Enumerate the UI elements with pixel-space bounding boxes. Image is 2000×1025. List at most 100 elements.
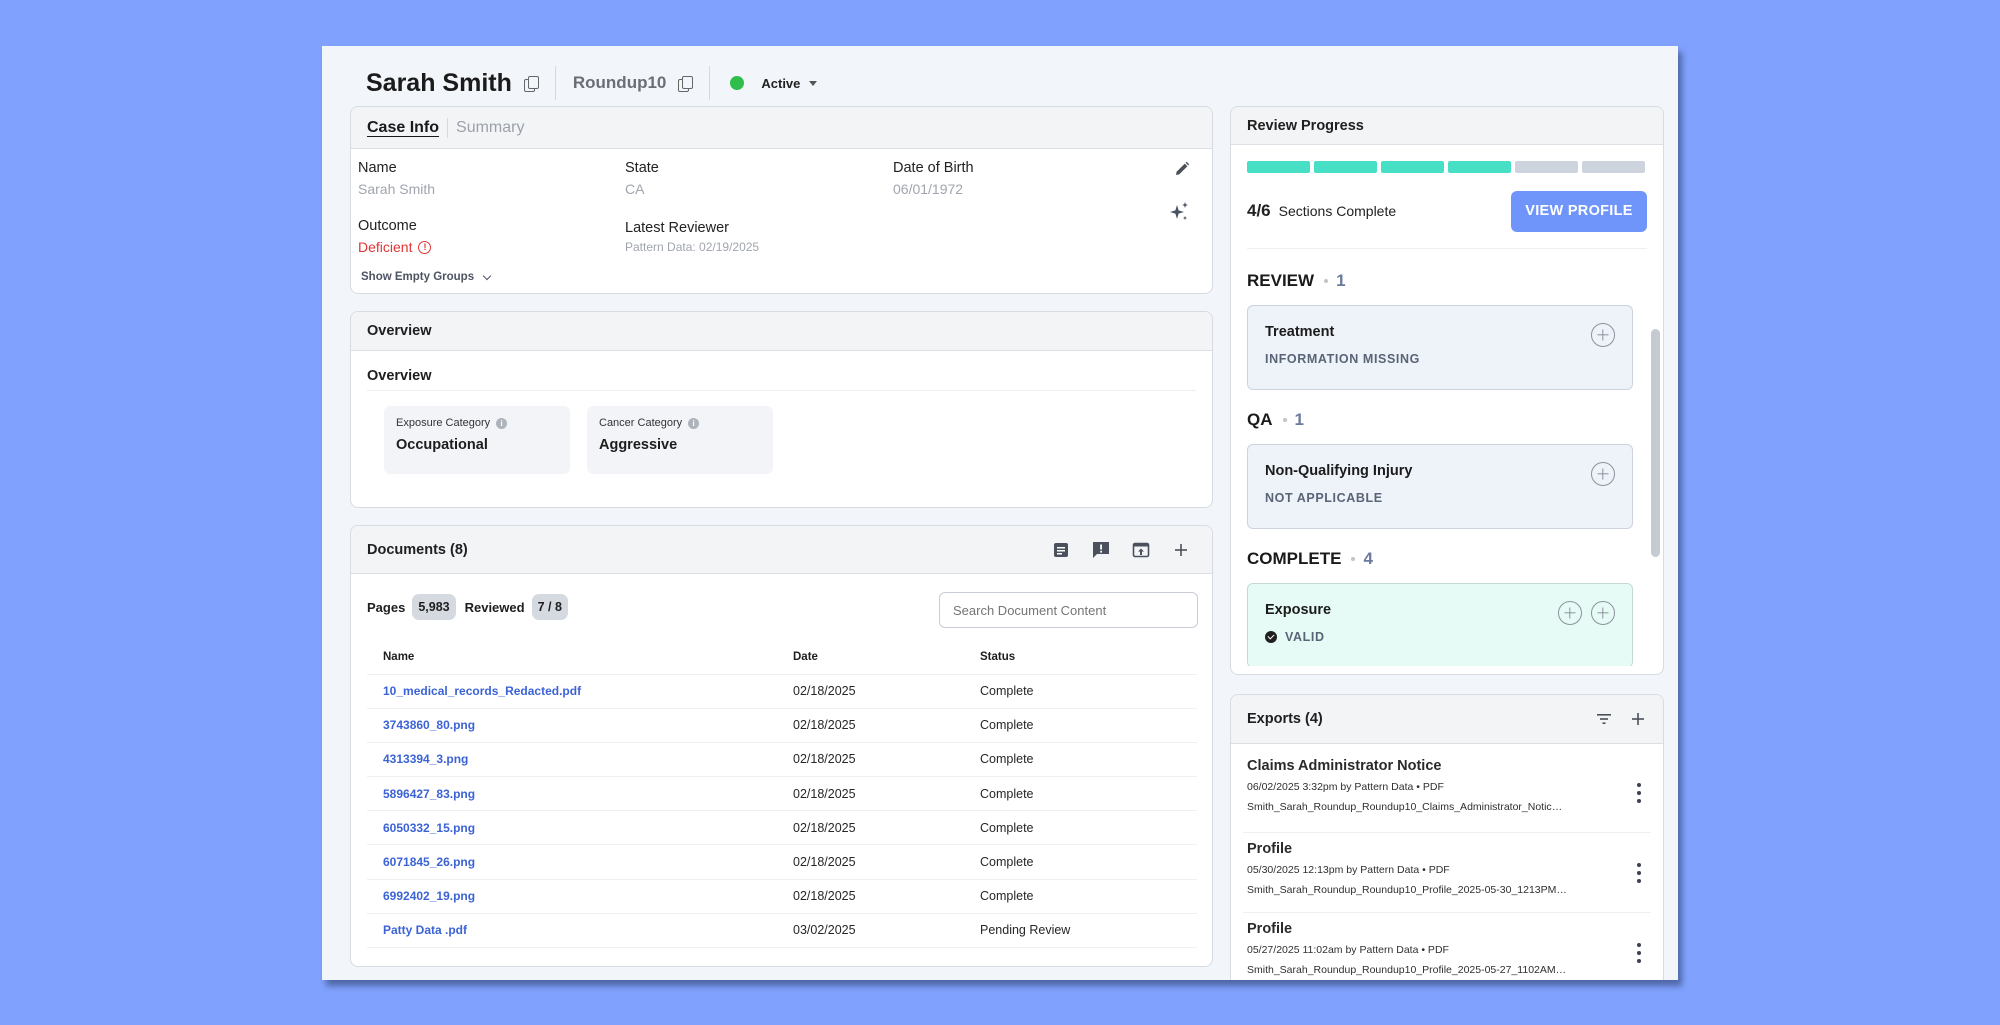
document-link[interactable]: 5896427_83.png (367, 776, 777, 812)
info-icon[interactable]: i (496, 417, 508, 429)
info-icon[interactable]: i (688, 417, 700, 429)
export-title: Claims Administrator Notice (1247, 758, 1442, 774)
overview-header: Overview (351, 312, 1212, 351)
copy-icon[interactable] (523, 75, 539, 92)
export-item[interactable]: Claims Administrator Notice 06/02/2025 3… (1247, 758, 1652, 813)
table-row[interactable]: 5896427_83.png 02/18/2025 Complete (367, 776, 1197, 812)
documents-toolbar (1051, 540, 1191, 560)
document-link[interactable]: Patty Data .pdf (367, 913, 777, 949)
view-profile-button[interactable]: VIEW PROFILE (1511, 191, 1647, 232)
dot-separator (1324, 279, 1329, 283)
document-list-icon[interactable] (1051, 540, 1071, 560)
review-item-status: INFORMATION MISSING (1265, 352, 1420, 366)
review-progress-card: Review Progress 4/6 Sections Complete VI… (1230, 106, 1664, 675)
section-name: COMPLETE (1247, 549, 1342, 568)
case-info-card: Case Info Summary Name Sarah Smith State… (350, 106, 1213, 294)
export-meta: 06/02/2025 3:32pm by Pattern Data • PDF (1247, 781, 1444, 793)
document-link[interactable]: 6050332_15.png (367, 810, 777, 846)
add-circle-icon[interactable] (1591, 601, 1615, 625)
field-label: Name (358, 160, 397, 176)
more-vertical-icon[interactable] (1637, 943, 1641, 963)
tab-summary[interactable]: Summary (456, 119, 524, 137)
document-stats: Pages 5,983 Reviewed 7 / 8 (367, 594, 577, 620)
export-filename: Smith_Sarah_Roundup_Roundup10_Claims_Adm… (1247, 801, 1567, 813)
more-vertical-icon[interactable] (1637, 863, 1641, 883)
status-dropdown[interactable]: Active (761, 75, 818, 91)
document-status: Complete (964, 879, 1197, 914)
header-divider (709, 66, 711, 100)
field-state: State CA (625, 160, 659, 197)
add-circle-icon[interactable] (1558, 601, 1582, 625)
export-meta: 05/30/2025 12:13pm by Pattern Data • PDF (1247, 864, 1450, 876)
review-item-card[interactable]: Exposure VALID (1247, 583, 1633, 666)
case-header: Sarah Smith Roundup10 Active (366, 56, 818, 110)
pages-label: Pages (367, 599, 406, 615)
tab-case-info[interactable]: Case Info (367, 119, 439, 137)
more-vertical-icon[interactable] (1637, 783, 1641, 803)
outcome-text: Deficient (358, 239, 413, 255)
exports-card: Exports (4) Claims Administrator Notice … (1230, 694, 1664, 980)
review-item-card[interactable]: Treatment INFORMATION MISSING (1247, 305, 1633, 390)
section-header-review: REVIEW 1 (1247, 257, 1641, 305)
document-date: 02/18/2025 (777, 879, 964, 914)
progress-segment (1381, 161, 1444, 173)
scrollbar[interactable] (1651, 329, 1660, 557)
review-item-status: VALID (1265, 630, 1615, 644)
field-outcome: Outcome Deficient ! (358, 218, 432, 255)
sections-count: 4/6 (1247, 201, 1271, 220)
field-latest-reviewer: Latest Reviewer Pattern Data: 02/19/2025 (625, 220, 759, 254)
field-value: Sarah Smith (358, 181, 436, 197)
upload-icon[interactable] (1131, 540, 1151, 560)
table-row[interactable]: 3743860_80.png 02/18/2025 Complete (367, 708, 1197, 743)
table-row[interactable]: 6992402_19.png 02/18/2025 Complete (367, 879, 1197, 914)
table-row[interactable]: 6071845_26.png 02/18/2025 Complete (367, 844, 1197, 880)
table-row[interactable]: 4313394_3.png 02/18/2025 Complete (367, 742, 1197, 778)
add-circle-icon[interactable] (1591, 462, 1615, 486)
exports-toolbar (1595, 710, 1647, 728)
comment-alert-icon[interactable] (1091, 540, 1111, 560)
review-sections-list: REVIEW 1 Treatment INFORMATION MISSING Q… (1247, 257, 1641, 666)
document-link[interactable]: 3743860_80.png (367, 708, 777, 743)
cancer-category-chip: Cancer Category i Aggressive (587, 406, 773, 474)
progress-bar (1247, 161, 1645, 173)
section-count: 1 (1294, 410, 1304, 429)
export-item[interactable]: Profile 05/30/2025 12:13pm by Pattern Da… (1247, 841, 1652, 896)
review-item-status: NOT APPLICABLE (1265, 491, 1383, 505)
search-document-input[interactable] (939, 592, 1198, 628)
table-row[interactable]: 6050332_15.png 02/18/2025 Complete (367, 810, 1197, 846)
reviewed-label: Reviewed (464, 599, 525, 615)
column-header-status[interactable]: Status (964, 640, 1197, 675)
exports-header: Exports (4) (1231, 695, 1663, 744)
section-name: QA (1247, 410, 1273, 429)
document-status: Complete (964, 776, 1197, 812)
status-label: Active (761, 75, 801, 91)
review-item-card[interactable]: Non-Qualifying Injury NOT APPLICABLE (1247, 444, 1633, 529)
document-link[interactable]: 6071845_26.png (367, 844, 777, 880)
column-header-date[interactable]: Date (777, 640, 964, 675)
export-filename: Smith_Sarah_Roundup_Roundup10_Profile_20… (1247, 964, 1567, 976)
column-header-name[interactable]: Name (367, 640, 777, 675)
dot-separator (1351, 557, 1356, 561)
progress-segment (1247, 161, 1310, 173)
pencil-icon[interactable] (1174, 161, 1190, 177)
document-link[interactable]: 10_medical_records_Redacted.pdf (367, 674, 777, 709)
document-status: Complete (964, 810, 1197, 846)
sparkle-icon[interactable] (1168, 201, 1190, 223)
chip-label: Exposure Category i (396, 417, 558, 429)
table-row[interactable]: Patty Data .pdf 03/02/2025 Pending Review (367, 913, 1197, 949)
document-date: 02/18/2025 (777, 844, 964, 880)
outcome-value: Deficient ! (358, 239, 432, 255)
document-link[interactable]: 4313394_3.png (367, 742, 777, 778)
filter-icon[interactable] (1595, 710, 1613, 728)
add-export-icon[interactable] (1629, 710, 1647, 728)
table-row[interactable]: 10_medical_records_Redacted.pdf 02/18/202… (367, 674, 1197, 709)
export-item[interactable]: Profile 05/27/2025 11:02am by Pattern Da… (1247, 921, 1652, 976)
add-circle-icon[interactable] (1591, 323, 1615, 347)
document-date: 02/18/2025 (777, 708, 964, 743)
sections-complete: 4/6 Sections Complete (1247, 201, 1396, 221)
show-empty-groups-toggle[interactable]: Show Empty Groups (361, 271, 492, 283)
document-link[interactable]: 6992402_19.png (367, 879, 777, 914)
exports-title: Exports (4) (1247, 711, 1323, 727)
add-document-icon[interactable] (1171, 540, 1191, 560)
copy-icon[interactable] (678, 75, 694, 92)
